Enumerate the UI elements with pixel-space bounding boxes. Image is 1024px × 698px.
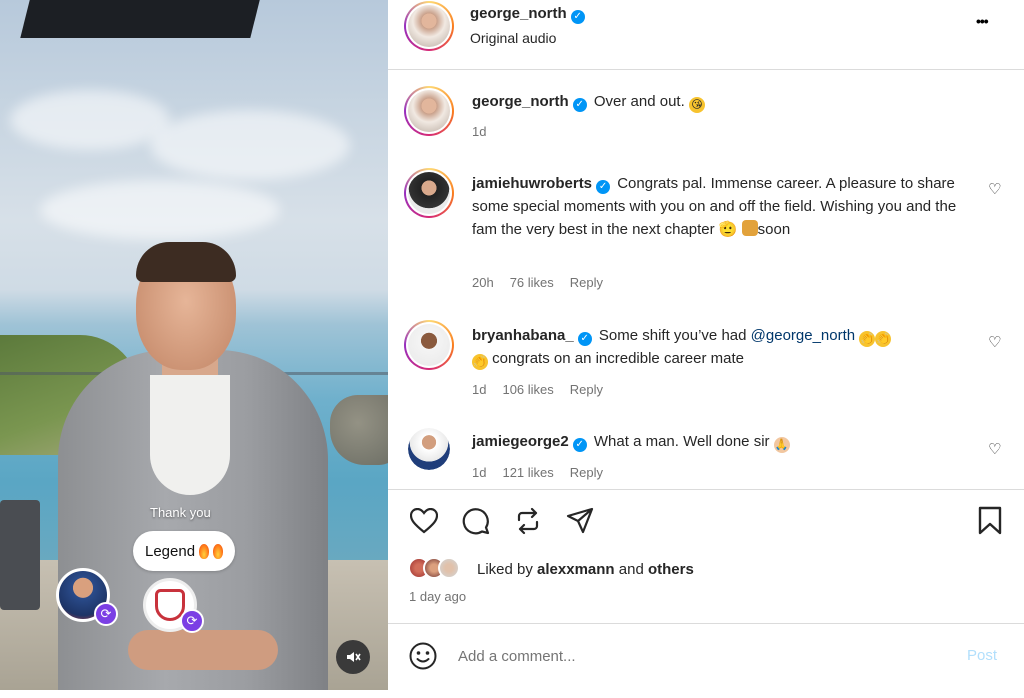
comment-body: bryanhabana_ ✓ Some shift you’ve had @geo… (472, 324, 972, 370)
remix-icon: ⟳ (94, 602, 118, 626)
post-date: 1 day ago (409, 589, 467, 604)
rocks (330, 395, 388, 465)
reel-video[interactable]: Thank you Legend ⟳ ⟳ (0, 0, 388, 690)
heart-icon[interactable]: ♡ (988, 440, 1001, 458)
comment-input[interactable] (458, 643, 938, 669)
comment-text-tail: congrats on an incredible career mate (492, 350, 744, 367)
emoji-smiley-icon[interactable] (408, 641, 438, 676)
folded-hands-icon: 🙏 (773, 437, 790, 453)
repost-icon[interactable] (512, 505, 544, 537)
awning (20, 0, 270, 38)
likes-summary: Liked by alexxmann and others (477, 561, 694, 578)
cloud (150, 110, 350, 180)
reply-button[interactable]: Reply (570, 465, 603, 480)
reply-button[interactable]: Reply (570, 275, 603, 290)
comment-text: Some shift you’ve had (598, 327, 747, 344)
comment-likes[interactable]: 106 likes (502, 382, 553, 397)
caption-time: 1d (472, 124, 487, 139)
mute-icon[interactable] (336, 640, 370, 674)
comment-avatar[interactable] (408, 428, 450, 470)
caption-avatar[interactable] (404, 86, 454, 136)
header-avatar[interactable] (404, 1, 454, 51)
comment-box-divider (388, 623, 1024, 624)
clapping-hands-icon: 👏 (875, 331, 892, 347)
header-divider (388, 69, 1024, 70)
comment-meta: 1d 106 likes Reply (472, 382, 603, 397)
verified-icon: ✓ (572, 438, 587, 452)
bubble-text: Legend (145, 542, 196, 560)
comment-time: 20h (472, 275, 494, 290)
avatar (438, 557, 460, 579)
comment-username[interactable]: bryanhabana_ (472, 327, 574, 344)
cloud (40, 180, 280, 240)
clapping-hands-icon: 👏 (859, 331, 876, 347)
chair (0, 500, 40, 610)
liker-username[interactable]: alexxmann (537, 561, 615, 578)
post-button[interactable]: Post (967, 647, 997, 664)
comment-avatar[interactable] (404, 168, 454, 218)
liker-avatars[interactable] (408, 557, 460, 579)
comment-avatar[interactable] (404, 320, 454, 370)
comment-time: 1d (472, 465, 487, 480)
verified-icon: ✓ (596, 180, 611, 194)
mention-link[interactable]: @george_north (751, 327, 855, 344)
header-user: george_north ✓ (470, 5, 588, 24)
verified-icon: ✓ (577, 332, 592, 346)
like-heart-icon[interactable] (408, 505, 440, 537)
heart-icon[interactable]: ♡ (988, 333, 1001, 351)
comment-bubble-icon[interactable] (460, 505, 492, 537)
overlay-caption: Thank you (150, 505, 211, 520)
comment-likes[interactable]: 76 likes (510, 275, 554, 290)
post-panel: george_north ✓ Original audio ••• george_… (388, 0, 1024, 698)
verified-icon: ✓ (572, 98, 587, 112)
action-bar (408, 505, 596, 537)
cloud (10, 90, 170, 150)
more-options-icon[interactable]: ••• (976, 13, 989, 29)
clapping-hands-icon: 👏 (472, 354, 488, 370)
fire-icon (213, 543, 224, 559)
hands (128, 630, 278, 670)
hair (136, 242, 236, 282)
comment-username[interactable]: jamiegeorge2 (472, 433, 569, 450)
comment-meta: 1d 121 likes Reply (472, 465, 603, 480)
caption-meta: 1d (472, 124, 486, 139)
heart-icon[interactable]: ♡ (988, 180, 1001, 198)
caption-text: Over and out. (593, 93, 685, 110)
fire-icon (199, 543, 210, 559)
reply-button[interactable]: Reply (570, 382, 603, 397)
white-tshirt (150, 375, 230, 495)
comment-likes[interactable]: 121 likes (502, 465, 553, 480)
comment-text-tail: soon (757, 221, 791, 238)
comment-body: jamiehuwroberts ✓ Congrats pal. Immense c… (472, 172, 972, 241)
comment-time: 1d (472, 382, 487, 397)
save-bookmark-icon[interactable] (974, 505, 1006, 537)
audio-label[interactable]: Original audio (470, 30, 556, 46)
actions-divider (388, 489, 1024, 490)
kissing-face-icon: 😘 (688, 97, 705, 113)
likes-prefix: Liked by (477, 561, 533, 578)
comment-username[interactable]: jamiehuwroberts (472, 175, 592, 192)
comment-bubble: Legend (133, 531, 236, 571)
likes-joiner: and (618, 561, 644, 578)
likes-others-link[interactable]: others (648, 561, 694, 578)
caption: george_north ✓ Over and out. 😘 (472, 90, 982, 113)
caption-username[interactable]: george_north (472, 93, 569, 110)
remix-icon: ⟳ (180, 609, 204, 633)
comment-text: What a man. Well done sir (593, 433, 770, 450)
share-send-icon[interactable] (564, 505, 596, 537)
header-username[interactable]: george_north (470, 5, 567, 22)
comment-meta: 20h 76 likes Reply (472, 275, 603, 290)
verified-icon: ✓ (570, 10, 585, 24)
comment-body: jamiegeorge2 ✓ What a man. Well done sir … (472, 430, 972, 453)
beer-mug-icon (741, 220, 758, 236)
